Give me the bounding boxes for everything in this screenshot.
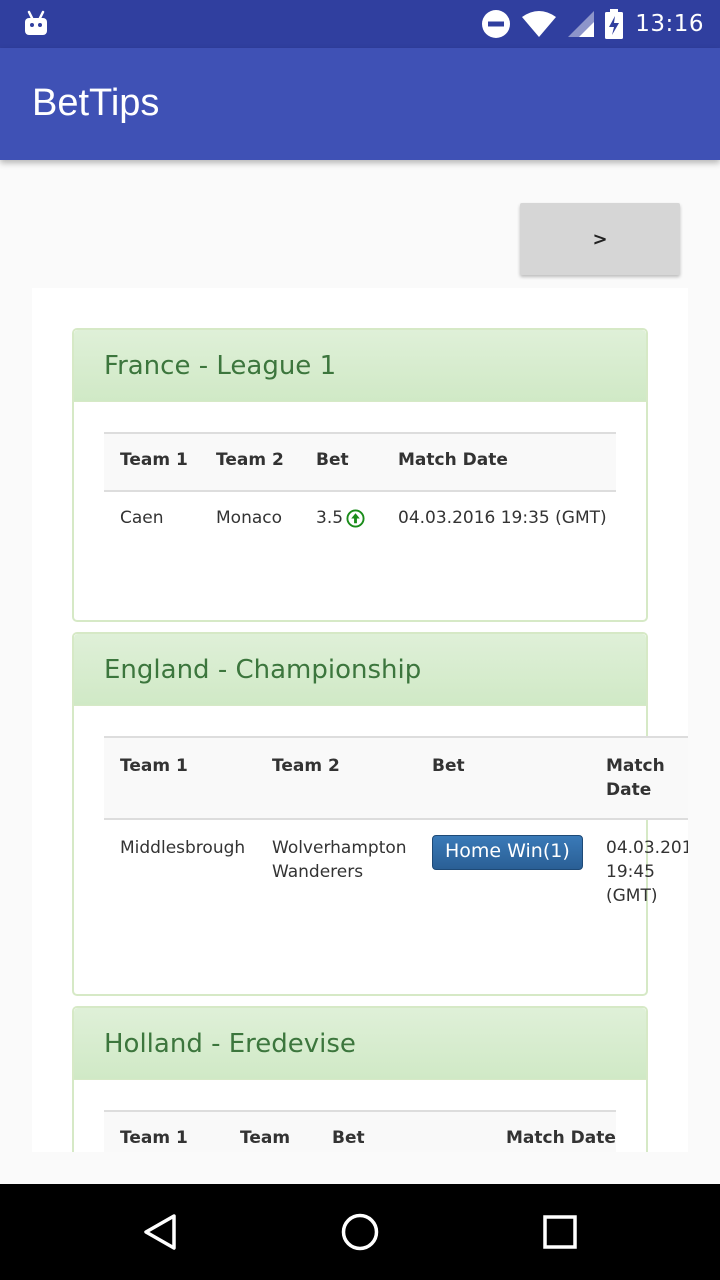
header-match-date: Match Date [590, 736, 688, 820]
match-date-cell: 04.03.2016 19:45 (GMT) [590, 819, 688, 908]
table-header-row: Team 1 Team 2 Bet Match Date [104, 736, 688, 820]
status-bar: 13:16 [0, 0, 720, 48]
bet-cell: Home Win(1) [416, 819, 590, 908]
table-header-row: Team 1 Team Bet Match Date [104, 1110, 616, 1152]
header-team1: Team 1 [104, 1110, 224, 1152]
table-row: Caen Monaco 3.5 04.03.2016 19:35 (GMT) [104, 491, 616, 528]
do-not-disturb-icon [482, 10, 511, 38]
header-team2: Team 2 [200, 432, 300, 492]
league-panel-england: England - Championship Team 1 Team 2 Bet… [72, 632, 688, 996]
panel-heading: England - Championship [74, 634, 646, 706]
header-bet: Bet [316, 1110, 490, 1152]
team2-cell: Wolverhampton Wanderers [256, 819, 416, 908]
match-date-line3: (GMT) [606, 886, 658, 906]
team1-cell: Caen [120, 508, 164, 528]
team2-cell: Monaco [216, 508, 283, 528]
matches-table: Team 1 Team Bet Match Date [104, 1110, 616, 1152]
panel-heading: Holland - Eredevise [74, 1008, 646, 1080]
navigation-bar [0, 1184, 720, 1280]
bet-cell: 3.5 [300, 491, 382, 528]
league-panel-france: France - League 1 Team 1 Team 2 Bet Matc… [72, 328, 648, 622]
next-page-button[interactable]: > [520, 203, 680, 275]
wifi-icon [522, 11, 557, 37]
panel-heading: France - League 1 [74, 330, 646, 402]
match-date-cell: 04.03.2016 19:35 (GMT) [398, 508, 607, 528]
league-title: France - League 1 [104, 350, 337, 381]
league-title: England - Championship [104, 654, 422, 685]
header-match-date-line1: Match [606, 756, 665, 776]
bet-button[interactable]: Home Win(1) [432, 835, 583, 870]
cell-signal-icon [568, 11, 595, 37]
match-date-line2: 19:45 [606, 862, 655, 882]
header-team1: Team 1 [104, 736, 256, 820]
header-bet: Bet [416, 736, 590, 820]
table-header-row: Team 1 Team 2 Bet Match Date [104, 432, 616, 492]
header-bet: Bet [300, 432, 382, 492]
app-bar: BetTips [0, 48, 720, 160]
clock: 13:16 [635, 11, 704, 37]
content-area: > France - League 1 Team 1 Team 2 Bet Ma… [0, 160, 720, 1184]
team1-cell: Middlesbrough [120, 838, 246, 858]
league-title: Holland - Eredevise [104, 1028, 356, 1059]
match-date-line1: 04.03.2016 [606, 838, 688, 858]
arrow-up-circle-icon [346, 508, 365, 528]
league-panel-holland: Holland - Eredevise Team 1 Team Bet Matc… [72, 1006, 648, 1152]
header-team2: Team 2 [256, 736, 416, 820]
battery-charging-icon [605, 9, 624, 39]
table-row: Middlesbrough Wolverhampton Wanderers Ho… [104, 819, 688, 908]
recents-icon[interactable] [540, 1212, 580, 1252]
team2-line1: Wolverhampton [272, 838, 407, 858]
home-icon[interactable] [340, 1212, 380, 1252]
tips-webview[interactable]: France - League 1 Team 1 Team 2 Bet Matc… [32, 288, 688, 1152]
header-match-date: Match Date [382, 432, 616, 492]
header-team2: Team [224, 1110, 316, 1152]
app-title: BetTips [32, 82, 160, 124]
matches-table: Team 1 Team 2 Bet Match Date Middlesbrou… [104, 736, 688, 908]
header-match-date: Match Date [490, 1110, 616, 1152]
header-match-date-line2: Date [606, 780, 652, 800]
bet-value: 3.5 [316, 508, 344, 528]
android-icon [25, 10, 47, 35]
team2-line2: Wanderers [272, 862, 364, 882]
back-icon[interactable] [140, 1212, 180, 1252]
matches-table: Team 1 Team 2 Bet Match Date Caen Monaco… [104, 432, 616, 528]
header-team1: Team 1 [104, 432, 200, 492]
